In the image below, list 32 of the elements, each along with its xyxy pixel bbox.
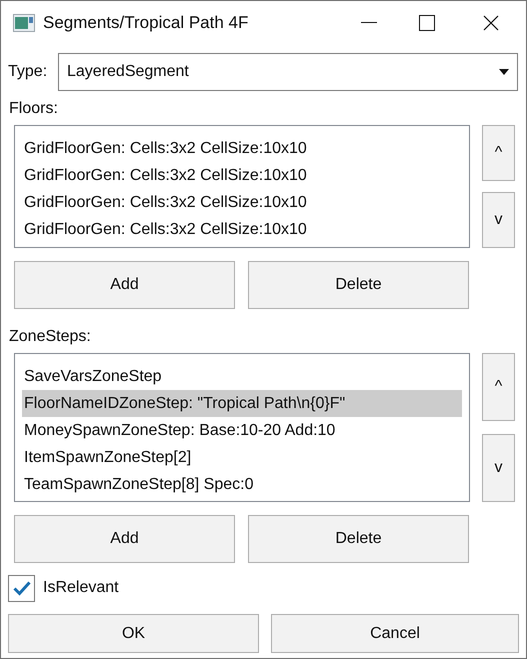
list-item[interactable]: ItemSpawnZoneStep[2] [22,444,462,471]
move-up-button[interactable]: ^ [482,353,515,421]
close-icon [483,15,499,31]
app-icon [13,14,35,32]
list-item[interactable]: SaveVarsZoneStep [22,363,462,390]
list-item[interactable]: GridFloorGen: Cells:3x2 CellSize:10x10 [22,162,462,189]
list-item[interactable]: FloorNameIDZoneStep: "Tropical Path\n{0}F" [22,390,462,417]
move-up-button[interactable]: ^ [482,125,515,181]
list-item[interactable]: GridFloorGen: Cells:3x2 CellSize:10x10 [22,189,462,216]
list-item[interactable]: GridFloorGen: Cells:3x2 CellSize:10x10 [22,216,462,243]
move-down-button[interactable]: v [482,192,515,248]
type-dropdown[interactable]: LayeredSegment [58,53,518,91]
type-label: Type: [8,62,48,82]
window-title: Segments/Tropical Path 4F [43,12,248,34]
checkbox[interactable] [8,574,35,602]
dialog-button[interactable]: OK [8,614,259,653]
check-icon [12,580,30,596]
maximize-icon [419,15,435,31]
add-button[interactable]: Add [14,261,235,309]
minimize-icon [361,22,377,24]
add-button[interactable]: Add [14,515,235,563]
section-label: Floors: [9,99,58,119]
section-label: ZoneSteps: [9,327,91,347]
list-item[interactable]: TeamSpawnZoneStep[8] Spec:0 [22,471,462,498]
checkbox-label: IsRelevant [43,578,119,598]
list-item[interactable]: MoneySpawnZoneStep: Base:10-20 Add:10 [22,417,462,444]
delete-button[interactable]: Delete [248,261,469,309]
dialog-button[interactable]: Cancel [271,614,519,653]
delete-button[interactable]: Delete [248,515,469,563]
list-item[interactable]: GridFloorGen: Cells:3x2 CellSize:10x10 [22,135,462,162]
dropdown-arrow-icon [499,69,509,75]
move-down-button[interactable]: v [482,434,515,502]
